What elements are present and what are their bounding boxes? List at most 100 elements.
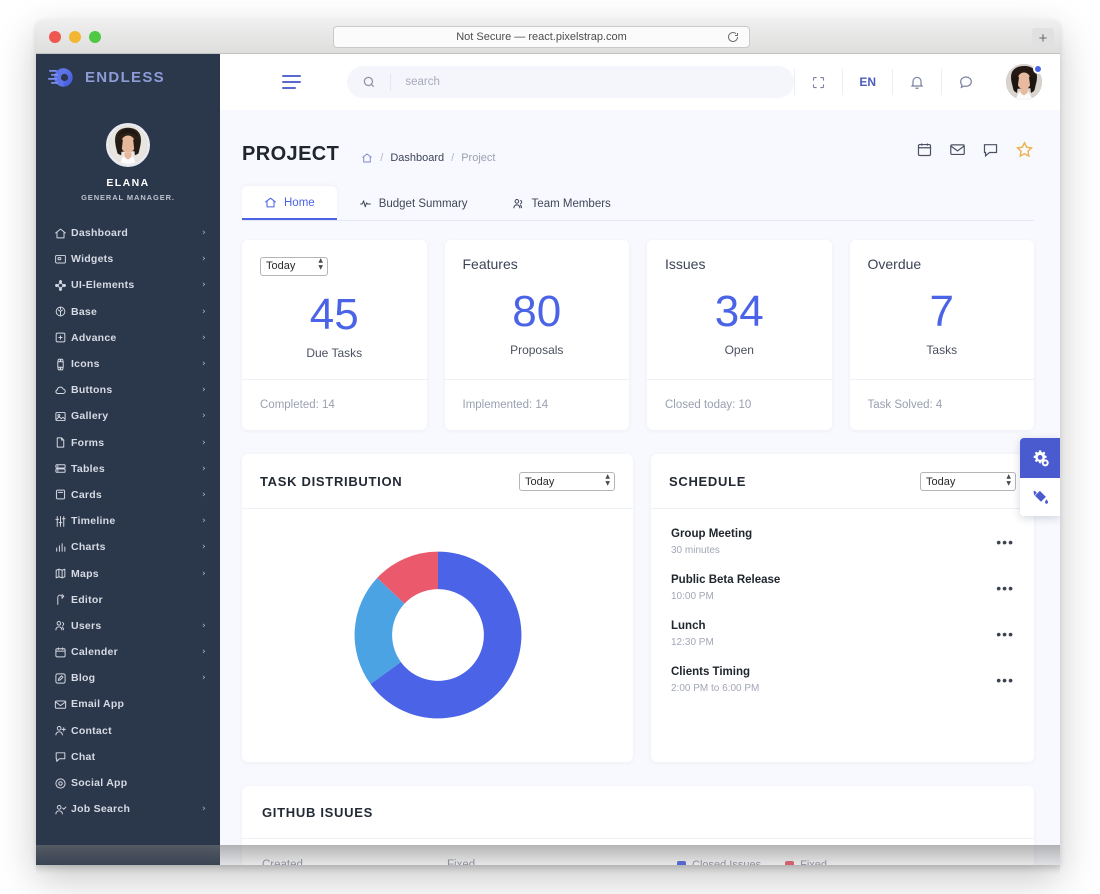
sidebar-item-label: Maps xyxy=(71,568,202,580)
sidebar-item-social-app[interactable]: Social App xyxy=(36,770,220,796)
sidebar-item-label: Blog xyxy=(71,672,202,684)
new-tab-button[interactable]: + xyxy=(1032,28,1054,48)
calendar-icon[interactable] xyxy=(916,141,933,163)
search-bar[interactable] xyxy=(347,66,794,98)
breadcrumb-item-project: Project xyxy=(461,152,495,164)
github-issues-panel: GITHUB ISUUES Created Fixed Closed Issue… xyxy=(242,786,1034,865)
brand-logo[interactable]: ENDLESS xyxy=(36,54,220,101)
schedule-item-texts: Public Beta Release10:00 PM xyxy=(671,574,996,602)
sidebar-item-tables[interactable]: Tables› xyxy=(36,456,220,482)
chevron-right-icon: › xyxy=(202,647,206,657)
sidebar-item-forms[interactable]: Forms› xyxy=(36,430,220,456)
stat-title: Issues xyxy=(665,256,814,272)
legend-swatch xyxy=(677,861,686,866)
breadcrumb-separator: / xyxy=(380,152,383,164)
language-switcher[interactable]: EN xyxy=(842,69,892,95)
tab-bar: HomeBudget SummaryTeam Members xyxy=(242,186,1034,221)
paint-bucket-icon[interactable] xyxy=(1020,478,1060,516)
close-window-button[interactable] xyxy=(49,31,61,43)
address-bar[interactable]: Not Secure — react.pixelstrap.com xyxy=(333,26,750,48)
schedule-period-select[interactable]: Today ▲▼ xyxy=(920,472,1016,491)
search-input[interactable] xyxy=(391,76,794,88)
period-select[interactable]: Today xyxy=(260,257,328,276)
task-distribution-period-select[interactable]: Today ▲▼ xyxy=(519,472,615,491)
schedule-header: SCHEDULE Today ▲▼ xyxy=(651,454,1034,509)
more-horizontal-icon[interactable]: ••• xyxy=(996,672,1014,688)
schedule-list: Group Meeting30 minutes•••Public Beta Re… xyxy=(651,509,1034,703)
sidebar-item-chat[interactable]: Chat xyxy=(36,744,220,770)
page-content: PROJECT / Dashboard / Project xyxy=(220,110,1060,865)
minimize-window-button[interactable] xyxy=(69,31,81,43)
sidebar-item-job-search[interactable]: Job Search› xyxy=(36,796,220,822)
sidebar-item-timeline[interactable]: Timeline› xyxy=(36,508,220,534)
topbar: EN xyxy=(220,54,1060,110)
schedule-item: Clients Timing2:00 PM to 6:00 PM••• xyxy=(651,657,1034,703)
period-select[interactable]: Today xyxy=(519,472,615,491)
fullscreen-icon[interactable] xyxy=(794,69,842,95)
sidebar-item-widgets[interactable]: Widgets› xyxy=(36,246,220,272)
sidebar-item-label: Timeline xyxy=(71,515,202,527)
profile-role: GENERAL MANAGER. xyxy=(36,193,220,202)
star-icon[interactable] xyxy=(1015,140,1034,164)
bell-icon[interactable] xyxy=(892,69,941,95)
user-menu[interactable] xyxy=(1006,64,1042,100)
sidebar-item-calender[interactable]: Calender› xyxy=(36,639,220,665)
sidebar-item-buttons[interactable]: Buttons› xyxy=(36,377,220,403)
chat-bubble-icon[interactable] xyxy=(941,69,990,95)
more-horizontal-icon[interactable]: ••• xyxy=(996,626,1014,642)
breadcrumb-home-icon[interactable] xyxy=(361,152,373,164)
period-select[interactable]: Today xyxy=(920,472,1016,491)
sidebar-item-label: Forms xyxy=(71,437,202,449)
sidebar-item-contact[interactable]: Contact xyxy=(36,718,220,744)
sidebar-item-ui-elements[interactable]: UI-Elements› xyxy=(36,272,220,298)
hamburger-icon[interactable] xyxy=(282,75,301,89)
sidebar-item-maps[interactable]: Maps› xyxy=(36,560,220,586)
more-horizontal-icon[interactable]: ••• xyxy=(996,534,1014,550)
message-icon xyxy=(54,750,71,763)
sidebar-item-advance[interactable]: Advance› xyxy=(36,325,220,351)
sidebar-item-charts[interactable]: Charts› xyxy=(36,534,220,560)
stat-subtitle: Open xyxy=(665,343,814,357)
sidebar-item-label: Contact xyxy=(71,725,206,737)
stat-number: 34 xyxy=(665,290,814,334)
sidebar-item-blog[interactable]: Blog› xyxy=(36,665,220,691)
schedule-item-texts: Clients Timing2:00 PM to 6:00 PM xyxy=(671,666,996,694)
breadcrumb-item-dashboard[interactable]: Dashboard xyxy=(390,152,444,164)
sidebar-item-label: Icons xyxy=(71,358,202,370)
sidebar-item-base[interactable]: Base› xyxy=(36,299,220,325)
chevron-right-icon: › xyxy=(202,228,206,238)
sidebar-item-gallery[interactable]: Gallery› xyxy=(36,403,220,429)
schedule-item-time: 10:00 PM xyxy=(671,591,996,602)
chat-bubble-icon[interactable] xyxy=(982,141,999,163)
chevron-right-icon: › xyxy=(202,464,206,474)
tab-team-members[interactable]: Team Members xyxy=(490,186,633,220)
maximize-window-button[interactable] xyxy=(89,31,101,43)
gears-icon[interactable] xyxy=(1020,438,1060,478)
sidebar-item-icons[interactable]: Icons› xyxy=(36,351,220,377)
tab-home[interactable]: Home xyxy=(242,186,337,220)
stat-footer: Closed today: 10 xyxy=(647,379,832,430)
sidebar-item-users[interactable]: Users› xyxy=(36,613,220,639)
sidebar-item-email-app[interactable]: Email App xyxy=(36,691,220,717)
avatar[interactable] xyxy=(106,123,150,167)
stat-footer: Task Solved: 4 xyxy=(850,379,1035,430)
window-controls[interactable] xyxy=(49,31,101,43)
chevron-right-icon: › xyxy=(202,385,206,395)
sidebar-item-label: Advance xyxy=(71,332,202,344)
schedule-item-time: 2:00 PM to 6:00 PM xyxy=(671,683,996,694)
more-horizontal-icon[interactable]: ••• xyxy=(996,580,1014,596)
reload-icon[interactable] xyxy=(727,31,739,46)
sidebar-item-label: Dashboard xyxy=(71,227,202,239)
sidebar-item-label: Email App xyxy=(71,698,206,710)
sidebar-item-cards[interactable]: Cards› xyxy=(36,482,220,508)
envelope-icon[interactable] xyxy=(949,141,966,163)
tab-budget-summary[interactable]: Budget Summary xyxy=(337,186,490,220)
sidebar-item-dashboard[interactable]: Dashboard› xyxy=(36,220,220,246)
stat-period-select[interactable]: Today▲▼ xyxy=(260,256,328,275)
browser-titlebar: Not Secure — react.pixelstrap.com + xyxy=(36,20,1060,54)
chevron-right-icon: › xyxy=(202,804,206,814)
chevron-right-icon: › xyxy=(202,411,206,421)
sidebar-item-label: Job Search xyxy=(71,803,202,815)
schedule-item-name: Lunch xyxy=(671,620,996,632)
sidebar-item-editor[interactable]: Editor xyxy=(36,587,220,613)
